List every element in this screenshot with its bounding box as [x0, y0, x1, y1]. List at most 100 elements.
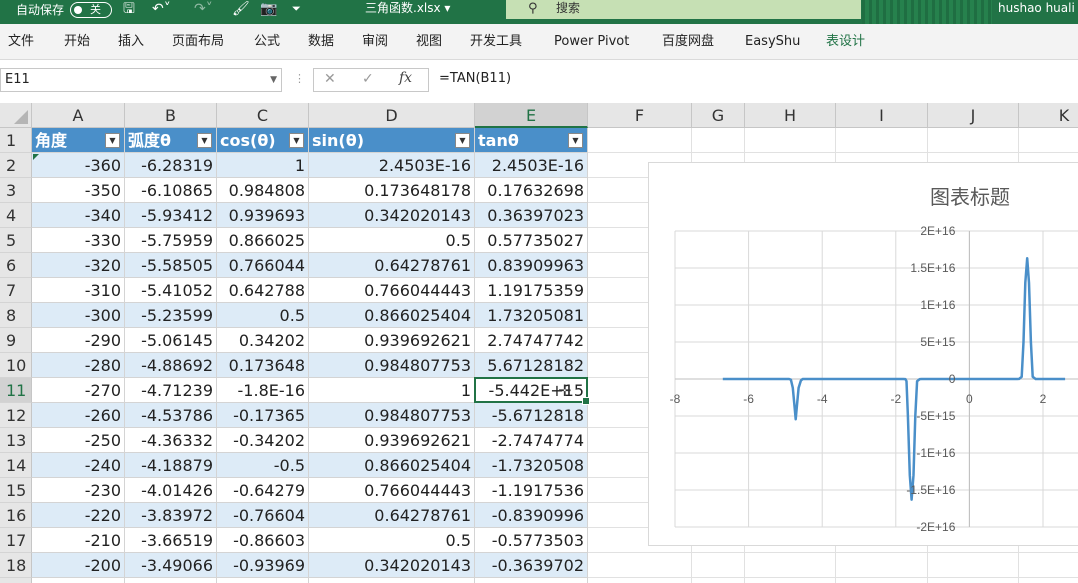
table-cell[interactable]: -4.01426: [125, 478, 217, 503]
table-cell[interactable]: -1.7320508: [475, 453, 588, 478]
table-cell[interactable]: -210: [32, 528, 125, 553]
row-header-17[interactable]: 17: [0, 528, 32, 553]
filter-dropdown-icon[interactable]: ▼: [105, 133, 120, 148]
row-header-19[interactable]: 19: [0, 578, 32, 583]
table-cell[interactable]: -330: [32, 228, 125, 253]
table-cell[interactable]: 0.5: [309, 528, 475, 553]
table-cell[interactable]: -4.18879: [125, 453, 217, 478]
table-cell[interactable]: 0.866025: [217, 228, 309, 253]
tab-power-pivot[interactable]: Power Pivot: [554, 33, 629, 51]
column-header-d[interactable]: D: [309, 103, 475, 128]
save-icon[interactable]: 🖫: [123, 0, 135, 18]
grid-cell[interactable]: [588, 578, 692, 583]
table-cell[interactable]: 0.939692621: [309, 428, 475, 453]
table-cell[interactable]: -340: [32, 203, 125, 228]
filter-dropdown-icon[interactable]: ▼: [197, 133, 212, 148]
table-cell[interactable]: -310: [32, 278, 125, 303]
file-name[interactable]: 三角函数.xlsx ▾: [365, 0, 450, 16]
table-cell[interactable]: 1: [309, 378, 475, 403]
row-header-18[interactable]: 18: [0, 553, 32, 578]
table-cell[interactable]: -5.58505: [125, 253, 217, 278]
table-cell[interactable]: 0.642788: [217, 278, 309, 303]
tab-home[interactable]: 开始: [64, 33, 90, 51]
table-header-cell[interactable]: 弧度θ ▼: [125, 128, 217, 153]
column-header-k[interactable]: K: [1019, 103, 1078, 128]
grid-cell[interactable]: [928, 578, 1019, 583]
filter-dropdown-icon[interactable]: ▼: [455, 133, 470, 148]
chart[interactable]: 图表标题 2E+16 1.5E+16 1E+16 5E+15 0 -5E+15 -1E+16…: [648, 162, 1078, 546]
grid-cell[interactable]: [836, 553, 928, 578]
table-header-cell[interactable]: 角度 ▼: [32, 128, 125, 153]
grid-cell[interactable]: [1019, 578, 1078, 583]
table-cell[interactable]: -280: [32, 353, 125, 378]
undo-icon[interactable]: ↶˅: [152, 0, 171, 18]
column-header-g[interactable]: G: [692, 103, 745, 128]
table-cell[interactable]: -4.71239: [125, 378, 217, 403]
table-cell[interactable]: 0.866025404: [309, 303, 475, 328]
table-cell[interactable]: -5.75959: [125, 228, 217, 253]
table-cell[interactable]: -0.76604: [217, 503, 309, 528]
table-cell[interactable]: -3.49066: [125, 553, 217, 578]
table-cell[interactable]: 5.67128182: [475, 353, 588, 378]
column-header-i[interactable]: I: [836, 103, 928, 128]
table-header-cell[interactable]: sin(θ) ▼: [309, 128, 475, 153]
table-cell[interactable]: 2.4503E-16: [309, 153, 475, 178]
table-cell[interactable]: -5.23599: [125, 303, 217, 328]
table-cell[interactable]: -5.93412: [125, 203, 217, 228]
table-cell[interactable]: -2.7474774: [475, 428, 588, 453]
cancel-icon[interactable]: ✕: [324, 71, 336, 87]
table-cell[interactable]: -0.86603: [217, 528, 309, 553]
enter-icon[interactable]: ✓: [362, 71, 374, 87]
row-header-6[interactable]: 6: [0, 253, 32, 278]
tab-view[interactable]: 视图: [416, 33, 442, 51]
table-cell[interactable]: -240: [32, 453, 125, 478]
table-cell[interactable]: -5.6712818: [475, 403, 588, 428]
table-cell[interactable]: -1.1917536: [475, 478, 588, 503]
table-cell[interactable]: 1: [217, 153, 309, 178]
chevron-down-icon[interactable]: ▼: [270, 69, 277, 91]
column-header-c[interactable]: C: [217, 103, 309, 128]
tab-review[interactable]: 审阅: [362, 33, 388, 51]
table-cell[interactable]: -0.98481: [217, 578, 309, 583]
name-box[interactable]: E11 ▼: [0, 68, 282, 92]
tab-file[interactable]: 文件: [8, 33, 34, 51]
tab-easyshu[interactable]: EasyShu: [745, 33, 800, 51]
table-cell[interactable]: -220: [32, 503, 125, 528]
table-cell[interactable]: -0.17365: [217, 403, 309, 428]
autosave-toggle[interactable]: 关: [70, 2, 112, 18]
grid-cell[interactable]: [745, 128, 836, 153]
table-cell[interactable]: -5.41052: [125, 278, 217, 303]
grid-cell[interactable]: [588, 128, 692, 153]
grid-cell[interactable]: [928, 128, 1019, 153]
table-cell[interactable]: 0.766044: [217, 253, 309, 278]
table-cell[interactable]: -6.28319: [125, 153, 217, 178]
row-header-8[interactable]: 8: [0, 303, 32, 328]
tab-baidu-netdisk[interactable]: 百度网盘: [662, 33, 714, 51]
table-cell[interactable]: -0.64279: [217, 478, 309, 503]
table-cell[interactable]: 0.83909963: [475, 253, 588, 278]
table-cell[interactable]: -300: [32, 303, 125, 328]
table-header-cell[interactable]: cos(θ) ▼: [217, 128, 309, 153]
select-all-corner[interactable]: [0, 103, 32, 128]
customize-toolbar-icon[interactable]: ⏷: [292, 0, 301, 18]
camera-icon[interactable]: 📷: [260, 0, 277, 18]
table-cell[interactable]: -0.5: [217, 453, 309, 478]
row-header-15[interactable]: 15: [0, 478, 32, 503]
grid-cell[interactable]: [692, 128, 745, 153]
table-cell[interactable]: 1.73205081: [475, 303, 588, 328]
column-header-a[interactable]: A: [32, 103, 125, 128]
row-header-12[interactable]: 12: [0, 403, 32, 428]
table-cell[interactable]: -190: [32, 578, 125, 583]
search-box[interactable]: ⚲ 搜索: [506, 0, 861, 19]
tab-formulas[interactable]: 公式: [254, 33, 280, 51]
table-cell[interactable]: 0.766044443: [309, 478, 475, 503]
column-header-j[interactable]: J: [928, 103, 1019, 128]
row-header-1[interactable]: 1: [0, 128, 32, 153]
grid-cell[interactable]: [836, 128, 928, 153]
table-cell[interactable]: 0.57735027: [475, 228, 588, 253]
table-cell[interactable]: -0.5773503: [475, 528, 588, 553]
row-header-13[interactable]: 13: [0, 428, 32, 453]
table-cell[interactable]: 2.4503E-16: [475, 153, 588, 178]
table-cell[interactable]: 0.173648178: [309, 578, 475, 583]
tab-data[interactable]: 数据: [308, 33, 334, 51]
